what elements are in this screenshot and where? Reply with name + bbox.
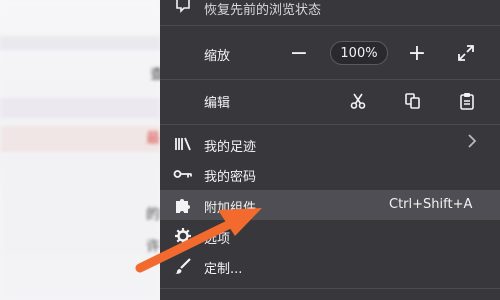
menu-separator xyxy=(160,124,500,125)
menu-separator xyxy=(160,25,500,26)
menu-item-label: 我的足迹 xyxy=(204,140,257,155)
scissors-icon xyxy=(350,93,366,109)
screenshot-stage: 查 最 的 许 恢复先前的浏览状态 缩放 − 100% + 编辑 我的足迹 我的… xyxy=(0,0,500,300)
copy-icon xyxy=(405,93,420,109)
zoom-out-button[interactable]: − xyxy=(287,41,311,66)
edit-label: 编辑 xyxy=(204,96,231,111)
menu-item-label: 定制... xyxy=(204,262,243,277)
background-page: 查 最 的 许 xyxy=(0,0,164,300)
menu-separator xyxy=(160,288,500,289)
paste-button[interactable] xyxy=(457,91,477,111)
chevron-right-icon xyxy=(466,133,478,153)
key-icon xyxy=(173,164,193,184)
brush-icon xyxy=(173,256,193,276)
menu-item-library[interactable]: 我的足迹 xyxy=(160,130,500,158)
app-menu-panel: 恢复先前的浏览状态 缩放 − 100% + 编辑 我的足迹 我的密码 附加组件 … xyxy=(160,0,500,300)
restore-session-icon xyxy=(173,0,193,16)
keyboard-shortcut: Ctrl+Shift+A xyxy=(389,197,473,212)
zoom-reset-button[interactable]: 100% xyxy=(330,41,388,65)
menu-item-label: 附加组件 xyxy=(204,201,257,216)
restore-session-label: 恢复先前的浏览状态 xyxy=(204,3,322,18)
restore-session-item[interactable]: 恢复先前的浏览状态 xyxy=(160,0,500,20)
background-text: 最 xyxy=(146,131,160,147)
background-strip xyxy=(0,98,160,118)
zoom-in-button[interactable]: + xyxy=(405,41,429,66)
background-text: 许 xyxy=(146,239,160,255)
background-strip xyxy=(0,126,160,152)
library-icon xyxy=(173,134,193,154)
expand-icon xyxy=(458,45,474,61)
puzzle-icon xyxy=(173,195,193,215)
fullscreen-button[interactable] xyxy=(456,43,476,63)
menu-item-passwords[interactable]: 我的密码 xyxy=(160,160,500,188)
menu-item-customize[interactable]: 定制... xyxy=(160,252,500,280)
background-text: 的 xyxy=(146,207,160,223)
background-strip xyxy=(0,36,160,50)
cut-button[interactable] xyxy=(348,91,368,111)
menu-item-addons[interactable]: 附加组件 Ctrl+Shift+A xyxy=(160,190,500,220)
gear-icon xyxy=(173,226,193,246)
copy-button[interactable] xyxy=(403,91,423,111)
clipboard-icon xyxy=(460,93,474,110)
menu-item-options[interactable]: 选项 xyxy=(160,222,500,250)
zoom-label: 缩放 xyxy=(204,49,231,64)
edit-row: 编辑 xyxy=(160,84,500,118)
menu-item-label: 我的密码 xyxy=(204,170,257,185)
menu-separator xyxy=(160,79,500,80)
menu-item-label: 选项 xyxy=(204,232,231,247)
